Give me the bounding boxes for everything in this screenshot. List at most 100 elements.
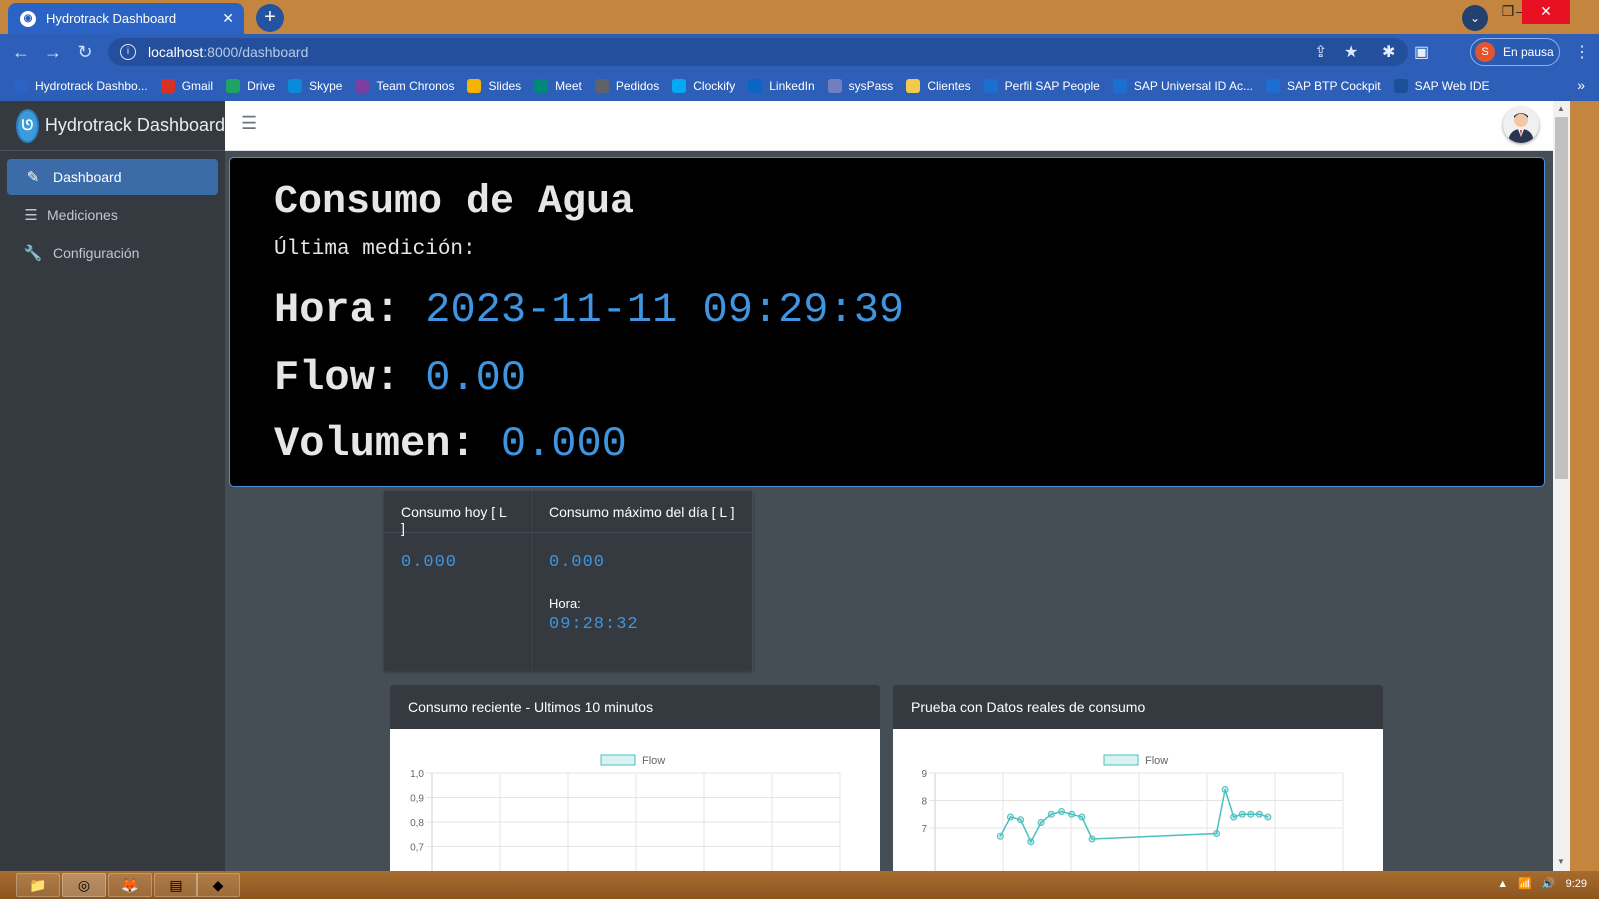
stats-cards: Consumo hoy [ L ] 0.000 Consumo máximo d…: [384, 491, 753, 671]
scroll-down-icon[interactable]: ▼: [1557, 857, 1565, 866]
bookmark-favicon-icon: [14, 78, 28, 93]
bookmark-star-icon[interactable]: ★: [1344, 42, 1358, 62]
sidebar-item-configuracion[interactable]: 🔧 Configuración: [7, 235, 218, 271]
max-consumption-value: 0.000: [549, 553, 606, 572]
data-point: [1255, 810, 1263, 818]
close-tab-icon[interactable]: ✕: [222, 10, 234, 27]
bookmark-item[interactable]: SAP Universal ID Ac...: [1112, 78, 1253, 93]
hydrotrack-logo-icon: ᘎ: [18, 110, 37, 141]
bookmark-label: SAP BTP Cockpit: [1287, 78, 1381, 93]
profile-button[interactable]: S En pausa: [1470, 38, 1560, 66]
bookmark-label: Gmail: [181, 78, 214, 93]
legend-label: Flow: [1145, 755, 1168, 767]
browser-menu-icon[interactable]: ⋮: [1574, 42, 1590, 62]
profile-status: En pausa: [1503, 45, 1554, 59]
today-consumption-header: Consumo hoy [ L ]: [384, 491, 531, 536]
bookmark-favicon-icon: [467, 78, 482, 93]
os-taskbar: 📁 ◎ 🦊 ▤ ◆ ▲ 📶 🔊 9:29: [0, 871, 1599, 899]
volume-icon[interactable]: 🔊: [1542, 877, 1556, 890]
more-bookmarks-icon[interactable]: »: [1577, 77, 1585, 93]
chrome-icon[interactable]: ◎: [62, 873, 106, 897]
extensions-icon[interactable]: ✱: [1382, 42, 1395, 62]
close-window-button[interactable]: ✕: [1522, 0, 1570, 24]
bookmark-item[interactable]: LinkedIn: [748, 78, 815, 93]
series-line-flow: [999, 789, 1269, 844]
system-tray: ▲ 📶 🔊 9:29: [1497, 877, 1587, 891]
max-consumption-header: Consumo máximo del día [ L ]: [532, 491, 752, 533]
bookmark-label: Perfil SAP People: [1004, 78, 1100, 93]
side-panel-icon[interactable]: ▣: [1414, 42, 1429, 62]
bookmark-favicon-icon: [1266, 78, 1280, 93]
clock[interactable]: 9:29: [1566, 878, 1587, 890]
desktop-edge: [1570, 101, 1599, 871]
show-hidden-icons-icon[interactable]: ▲: [1497, 878, 1508, 890]
data-point: [1213, 830, 1221, 837]
flow-value: 0.00: [425, 354, 527, 402]
new-tab-button[interactable]: +: [256, 4, 284, 32]
bookmark-item[interactable]: Gmail: [160, 78, 214, 93]
back-icon[interactable]: ←: [10, 41, 32, 63]
browser-tab[interactable]: ◉ Hydrotrack Dashboard ✕: [8, 3, 244, 34]
browser-toolbar: ← → ↻ i localhost:8000/dashboard ⇪ ★ ✱ ▣…: [0, 34, 1599, 70]
sidebar: ᘎ Hydrotrack Dashboard ✎ Dashboard ☰ Med…: [0, 101, 225, 871]
scroll-up-icon[interactable]: ▲: [1557, 104, 1565, 113]
profile-avatar: S: [1475, 42, 1495, 62]
notepad-icon[interactable]: ▤: [154, 873, 198, 897]
top-navbar: ☰: [225, 101, 1553, 151]
bookmark-item[interactable]: Clientes: [906, 78, 971, 93]
bookmark-item[interactable]: Hydrotrack Dashbo...: [14, 78, 148, 93]
address-bar[interactable]: i localhost:8000/dashboard ⇪ ★: [108, 38, 1408, 66]
data-point: [1078, 813, 1086, 821]
recent-consumption-card: Consumo reciente - Ultimos 10 minutos Fl…: [390, 685, 880, 871]
bookmark-label: Drive: [247, 78, 276, 93]
forward-icon[interactable]: →: [42, 41, 64, 63]
brand-text: Hydrotrack Dashboard: [44, 115, 225, 135]
data-point: [1017, 816, 1025, 824]
menu-toggle-icon[interactable]: ☰: [241, 113, 257, 134]
user-avatar[interactable]: [1503, 107, 1539, 143]
flow-label: Flow:: [274, 354, 401, 402]
bookmark-item[interactable]: Skype: [288, 78, 342, 93]
chart-title: Prueba con Datos reales de consumo: [911, 699, 1146, 715]
site-info-icon[interactable]: i: [120, 44, 136, 60]
bookmark-item[interactable]: SAP Web IDE: [1393, 78, 1490, 93]
bookmark-item[interactable]: Slides: [467, 78, 522, 93]
wrench-icon: 🔧: [23, 245, 43, 262]
today-consumption-value: 0.000: [401, 553, 458, 572]
bookmark-item[interactable]: Meet: [534, 78, 582, 93]
bookmark-favicon-icon: [594, 78, 609, 93]
reload-icon[interactable]: ↻: [74, 41, 96, 63]
bookmark-item[interactable]: Perfil SAP People: [983, 78, 1100, 93]
bookmark-favicon-icon: [672, 78, 687, 93]
file-explorer-icon[interactable]: 📁: [16, 873, 60, 897]
bookmark-item[interactable]: SAP BTP Cockpit: [1266, 78, 1381, 93]
bookmark-item[interactable]: Pedidos: [594, 78, 659, 93]
bookmark-item[interactable]: sysPass: [827, 78, 893, 93]
brand-link[interactable]: ᘎ Hydrotrack Dashboard: [0, 101, 225, 151]
y-tick-label: 0,7: [410, 843, 424, 854]
bookmark-item[interactable]: Drive: [226, 78, 276, 93]
bookmark-favicon-icon: [906, 78, 921, 93]
share-icon[interactable]: ⇪: [1314, 42, 1327, 62]
bookmark-label: LinkedIn: [769, 78, 815, 93]
vscode-icon[interactable]: ◆: [196, 873, 240, 897]
time-value: 2023-11-11 09:29:39: [425, 286, 905, 334]
y-tick-label: 9: [921, 769, 927, 780]
flow-row: Flow: 0.00: [274, 354, 526, 402]
bookmark-item[interactable]: Team Chronos: [355, 78, 455, 93]
bookmark-item[interactable]: Clockify: [672, 78, 735, 93]
sidebar-item-label: Dashboard: [53, 169, 122, 185]
bookmark-label: Slides: [488, 78, 522, 93]
sidebar-item-mediciones[interactable]: ☰ Mediciones: [7, 197, 218, 233]
browser-tab-bar: ◉ Hydrotrack Dashboard ✕ + ⌄ – ❐ ✕: [0, 0, 1599, 34]
firefox-icon[interactable]: 🦊: [108, 873, 152, 897]
data-point: [1037, 819, 1045, 826]
bookmark-label: Team Chronos: [376, 78, 455, 93]
time-row: Hora: 2023-11-11 09:29:39: [274, 286, 904, 334]
page-scrollbar[interactable]: ▲ ▼: [1553, 101, 1570, 871]
y-tick-label: 7: [921, 824, 927, 835]
sidebar-item-dashboard[interactable]: ✎ Dashboard: [7, 159, 218, 195]
max-time-label: Hora:: [549, 596, 581, 611]
network-icon[interactable]: 📶: [1518, 877, 1532, 890]
scrollbar-thumb[interactable]: [1555, 117, 1568, 479]
